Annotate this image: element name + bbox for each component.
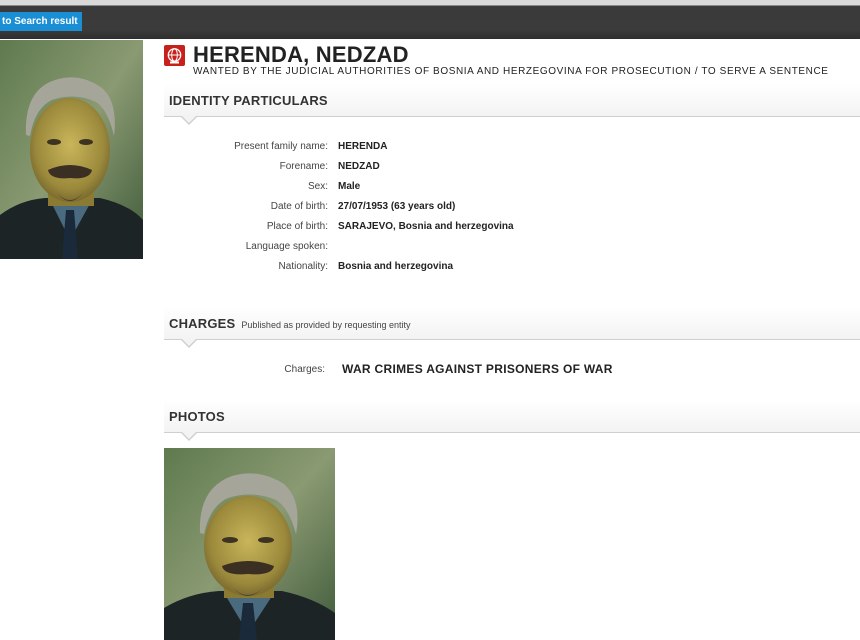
wanted-by-description: WANTED BY THE JUDICIAL AUTHORITIES OF BO… (193, 66, 829, 77)
particular-row-language-spoken: Language spoken: (164, 238, 664, 258)
particular-label: Place of birth: (266, 221, 328, 232)
particular-value: NEDZAD (338, 161, 380, 172)
particular-row-family-name: Present family name: HERENDA (164, 138, 664, 158)
particular-label: Nationality: (278, 261, 328, 272)
particular-row-date-of-birth: Date of birth: 27/07/1953 (63 years old) (164, 198, 664, 218)
charges-row: Charges: WAR CRIMES AGAINST PRISONERS OF… (164, 362, 860, 380)
charges-value: WAR CRIMES AGAINST PRISONERS OF WAR (342, 362, 613, 376)
charges-label: Charges: (284, 364, 325, 375)
identity-particulars-title: IDENTITY PARTICULARS (169, 93, 328, 108)
particular-label: Date of birth: (270, 201, 328, 212)
particular-row-place-of-birth: Place of birth: SARAJEVO, Bosnia and her… (164, 218, 664, 238)
charges-title: CHARGES Published as provided by requesti… (169, 316, 411, 331)
top-navigation-bar: to Search result (0, 0, 860, 39)
identity-particulars-list: Present family name: HERENDA Forename: N… (164, 138, 664, 278)
particular-row-sex: Sex: Male (164, 178, 664, 198)
back-to-search-button[interactable]: to Search result (0, 12, 82, 31)
charges-header: CHARGES Published as provided by requesti… (164, 307, 860, 348)
particular-value: SARAJEVO, Bosnia and herzegovina (338, 221, 514, 232)
photo-thumbnail[interactable] (164, 448, 335, 640)
red-notice-icon (164, 45, 185, 66)
particular-value: HERENDA (338, 141, 388, 152)
main-portrait-photo[interactable] (0, 40, 143, 259)
particular-value: Male (338, 181, 361, 192)
particular-row-nationality: Nationality: Bosnia and herzegovina (164, 258, 664, 278)
photos-title: PHOTOS (169, 409, 225, 424)
identity-particulars-header: IDENTITY PARTICULARS (164, 84, 860, 125)
particular-label: Sex: (307, 181, 328, 192)
particular-value: 27/07/1953 (63 years old) (338, 201, 456, 212)
particular-label: Forename: (279, 161, 328, 172)
particular-row-forename: Forename: NEDZAD (164, 158, 664, 178)
particular-label: Present family name: (234, 141, 328, 152)
wanted-person-name: HERENDA, NEDZAD (193, 42, 409, 67)
photos-header: PHOTOS (164, 400, 860, 441)
particular-label: Language spoken: (245, 241, 328, 252)
charges-title-text: CHARGES (169, 316, 236, 331)
charges-subtitle: Published as provided by requesting enti… (241, 320, 411, 330)
particular-value: Bosnia and herzegovina (338, 261, 454, 272)
